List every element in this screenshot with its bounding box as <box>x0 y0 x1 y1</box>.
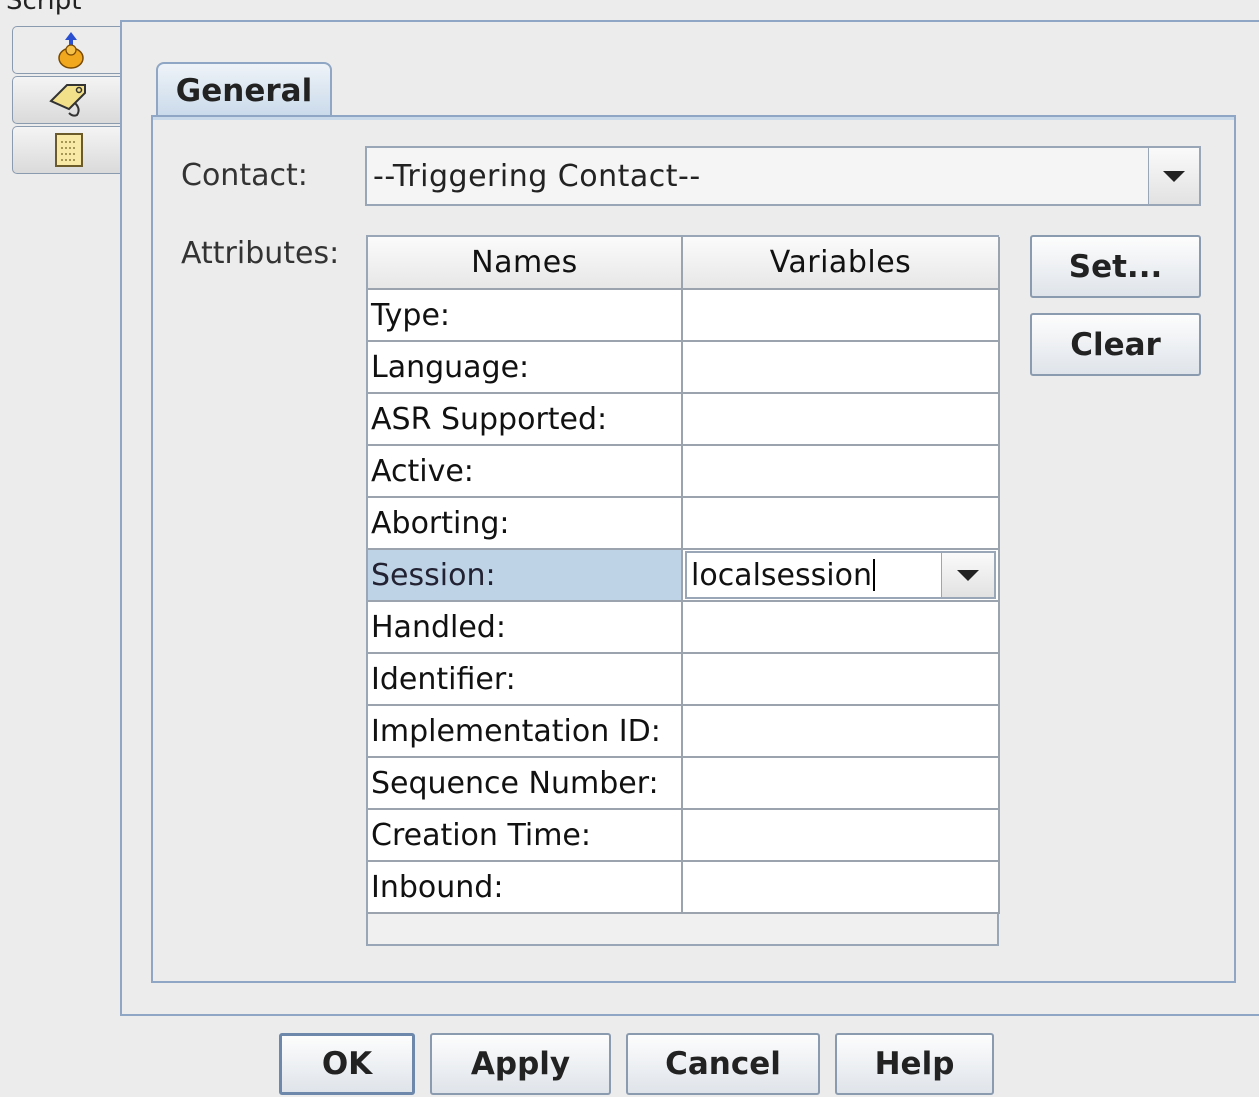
table-row[interactable]: Type: <box>368 289 1000 342</box>
tag-icon <box>48 84 86 117</box>
window-title: Script <box>6 0 82 16</box>
attribute-variable[interactable] <box>682 757 1000 810</box>
help-button[interactable]: Help <box>835 1033 994 1095</box>
cancel-button[interactable]: Cancel <box>626 1033 820 1095</box>
table-row-selected[interactable]: Session: localsession <box>368 549 1000 602</box>
table-row[interactable]: Active: <box>368 445 1000 498</box>
contact-dropdown-button[interactable] <box>1148 148 1199 204</box>
attribute-name: Sequence Number: <box>368 757 683 810</box>
attribute-variable[interactable] <box>682 809 1000 862</box>
table-row[interactable]: Language: <box>368 341 1000 394</box>
text-caret <box>872 559 875 591</box>
attribute-name: Handled: <box>368 601 683 654</box>
session-variable-dropdown-button[interactable] <box>941 553 994 597</box>
clear-button[interactable]: Clear <box>1030 313 1201 376</box>
session-variable-combobox[interactable]: localsession <box>685 551 996 599</box>
table-row[interactable]: ASR Supported: <box>368 393 1000 446</box>
table-row[interactable]: Implementation ID: <box>368 705 1000 758</box>
table-row[interactable]: Inbound: <box>368 861 1000 914</box>
ok-button[interactable]: OK <box>279 1033 415 1095</box>
attribute-name: Active: <box>368 445 683 498</box>
side-tab-general[interactable] <box>12 26 128 74</box>
attribute-name: Inbound: <box>368 861 683 914</box>
note-icon <box>54 133 83 167</box>
attribute-variable[interactable] <box>682 445 1000 498</box>
side-tab-strip <box>12 26 128 176</box>
chevron-down-icon <box>1163 170 1185 182</box>
table-row[interactable]: Creation Time: <box>368 809 1000 862</box>
attribute-variable[interactable] <box>682 341 1000 394</box>
side-tab-tags[interactable] <box>12 76 124 124</box>
attribute-variable[interactable] <box>682 393 1000 446</box>
column-header-names[interactable]: Names <box>368 237 683 290</box>
attribute-variable[interactable] <box>682 861 1000 914</box>
table-row[interactable]: Handled: <box>368 601 1000 654</box>
contact-value: --Triggering Contact-- <box>373 159 701 194</box>
attribute-name: Type: <box>368 289 683 342</box>
session-variable-value: localsession <box>691 558 872 593</box>
attribute-variable[interactable] <box>682 497 1000 550</box>
attribute-name: Aborting: <box>368 497 683 550</box>
attribute-name: Language: <box>368 341 683 394</box>
apply-button[interactable]: Apply <box>430 1033 611 1095</box>
set-button[interactable]: Set... <box>1030 235 1201 298</box>
attribute-name: Identifier: <box>368 653 683 706</box>
table-row[interactable]: Sequence Number: <box>368 757 1000 810</box>
attribute-name: ASR Supported: <box>368 393 683 446</box>
chevron-down-icon <box>957 569 979 581</box>
table-row[interactable]: Identifier: <box>368 653 1000 706</box>
attribute-variable[interactable] <box>682 705 1000 758</box>
attribute-variable-editor[interactable]: localsession <box>682 549 1000 602</box>
tab-general[interactable]: General <box>156 62 332 118</box>
contact-combobox[interactable]: --Triggering Contact-- <box>365 146 1201 206</box>
attributes-table: Names Variables Type: Language: ASR Supp… <box>366 235 1000 946</box>
table-row[interactable]: Aborting: <box>368 497 1000 550</box>
attribute-name: Creation Time: <box>368 809 683 862</box>
bell-person-icon <box>57 32 84 69</box>
side-tab-notes[interactable] <box>12 126 124 174</box>
attributes-label: Attributes: <box>181 236 340 271</box>
contact-label: Contact: <box>181 158 308 193</box>
attribute-variable[interactable] <box>682 653 1000 706</box>
column-header-variables[interactable]: Variables <box>682 237 1000 290</box>
attribute-variable[interactable] <box>682 289 1000 342</box>
attribute-name: Session: <box>368 549 683 602</box>
attribute-name: Implementation ID: <box>368 705 683 758</box>
attribute-variable[interactable] <box>682 601 1000 654</box>
